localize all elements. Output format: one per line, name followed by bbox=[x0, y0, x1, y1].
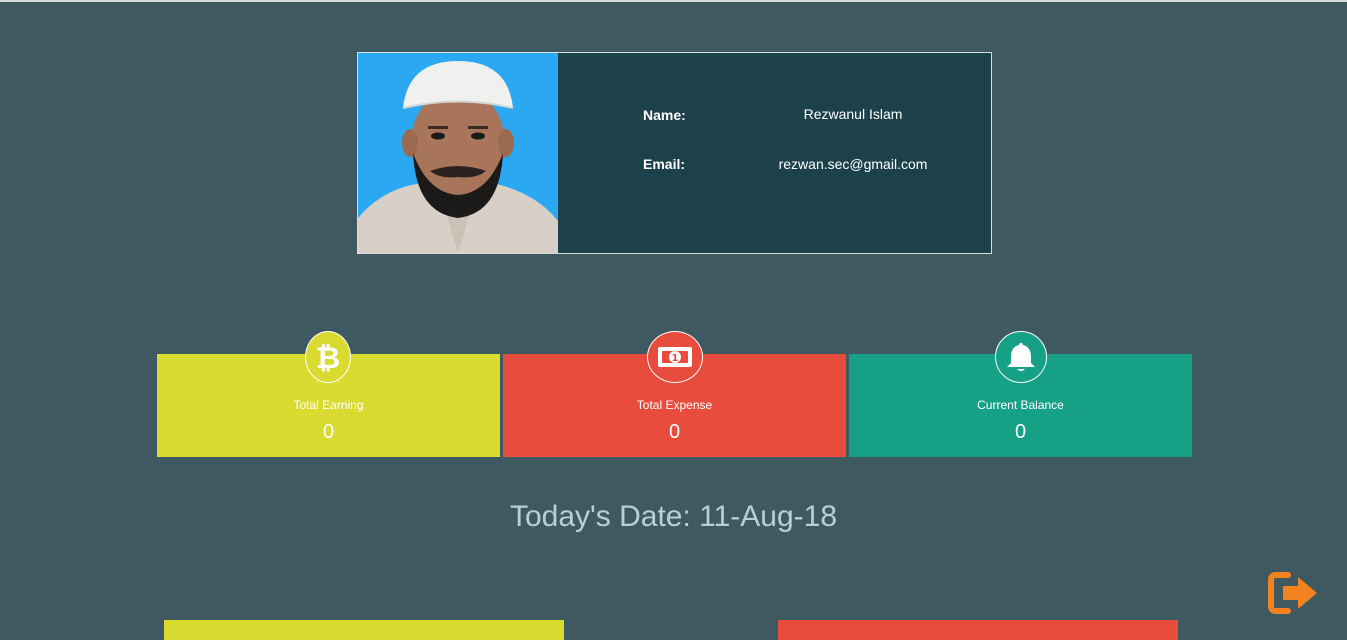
name-label: Name: bbox=[643, 107, 686, 123]
svg-text:₿: ₿ bbox=[316, 341, 340, 374]
email-label: Email: bbox=[643, 156, 686, 172]
money-bill-icon: 1 bbox=[647, 331, 703, 383]
add-expense-button[interactable] bbox=[778, 620, 1178, 640]
add-earning-button[interactable] bbox=[164, 620, 564, 640]
name-value: Rezwanul Islam bbox=[803, 106, 903, 122]
card-value: 0 bbox=[322, 421, 335, 443]
bitcoin-icon: ₿ bbox=[305, 331, 351, 383]
email-value: rezwan.sec@gmail.com bbox=[778, 156, 928, 172]
bell-icon bbox=[995, 331, 1047, 383]
card-label: Total Expense bbox=[636, 398, 713, 412]
card-value: 0 bbox=[668, 421, 681, 443]
logout-button[interactable] bbox=[1268, 572, 1320, 614]
card-value: 0 bbox=[1014, 421, 1027, 443]
card-label: Current Balance bbox=[977, 398, 1064, 412]
svg-text:1: 1 bbox=[672, 353, 679, 364]
top-border bbox=[0, 0, 1347, 2]
card-label: Total Earning bbox=[293, 398, 364, 412]
profile-card: Name: Rezwanul Islam Email: rezwan.sec@g… bbox=[357, 52, 992, 254]
profile-photo bbox=[358, 53, 558, 253]
sign-out-icon bbox=[1268, 572, 1317, 614]
todays-date: Today's Date: 11-Aug-18 bbox=[509, 500, 838, 533]
